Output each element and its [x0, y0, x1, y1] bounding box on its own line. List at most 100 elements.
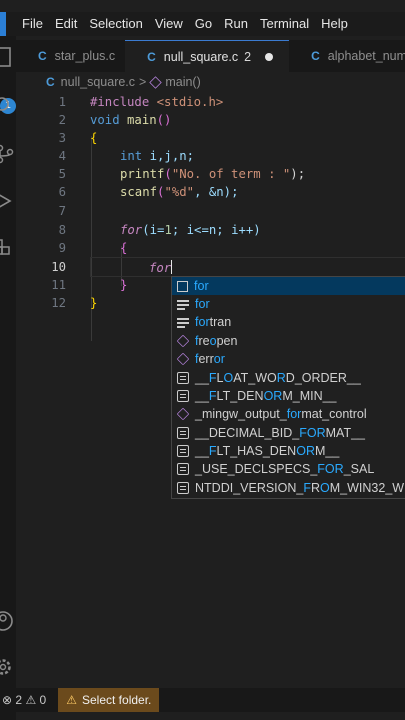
text-icon [177, 427, 189, 439]
menu-run[interactable]: Run [218, 12, 254, 36]
suggestion-item[interactable]: for [172, 295, 405, 313]
string-token: "No. of term : " [171, 167, 291, 181]
menu-selection[interactable]: Selection [83, 12, 148, 36]
run-debug-icon[interactable] [0, 188, 16, 212]
keyword-token: int [120, 149, 143, 163]
paren-token: ( [164, 167, 172, 181]
function-token: scanf [120, 185, 158, 199]
text-icon [177, 390, 189, 402]
code-line-6: scanf("%d", &n); [120, 185, 238, 199]
suggestion-label: for [195, 297, 210, 311]
argument-token: , &n); [194, 185, 239, 199]
extensions-icon[interactable] [0, 236, 16, 260]
suggestion-item[interactable]: fortran [172, 313, 405, 331]
menu-terminal[interactable]: Terminal [254, 12, 315, 36]
suggestion-item[interactable]: __DECIMAL_BID_FORMAT__ [172, 424, 405, 442]
menu-view[interactable]: View [149, 12, 189, 36]
line-number: 11 [51, 278, 66, 292]
include-path: <stdio.h> [149, 95, 224, 109]
code-line-2: void main() [90, 113, 171, 127]
code-line-4: int i,j,n; [120, 149, 194, 163]
text-icon [177, 463, 189, 475]
code-line-9: { [120, 241, 128, 255]
suggestion-label: __FLOAT_WORD_ORDER__ [195, 371, 361, 385]
account-icon[interactable] [0, 608, 16, 632]
gear-icon[interactable] [0, 654, 16, 678]
source-control-icon[interactable] [0, 141, 16, 165]
warning-count: 0 [39, 693, 47, 707]
line-number: 12 [51, 296, 66, 310]
code-line-5: printf("No. of term : "); [120, 167, 305, 181]
search-icon[interactable] [0, 92, 16, 116]
text-icon [177, 372, 189, 384]
snippet-icon [177, 280, 188, 292]
suggestion-item[interactable]: for [172, 277, 405, 295]
vscode-logo [0, 12, 6, 36]
function-token: printf [120, 167, 165, 181]
suggestion-label: NTDDI_VERSION_FROM_WIN32_WINN [195, 481, 405, 495]
c-file-icon: C [38, 49, 47, 63]
function-token: main [119, 113, 157, 127]
menu-edit[interactable]: Edit [49, 12, 83, 36]
punctuation-token: ); [290, 167, 306, 181]
vscode-window: File Edit Selection View Go Run Terminal… [0, 0, 405, 720]
tab-null-square[interactable]: C null_square.c 2 [125, 40, 290, 73]
unsaved-dot-icon[interactable] [265, 53, 274, 61]
menu-bar: File Edit Selection View Go Run Terminal… [0, 12, 405, 36]
menu-go[interactable]: Go [189, 12, 218, 36]
explorer-icon[interactable] [0, 44, 16, 68]
line-number: 4 [58, 149, 66, 163]
expression-token: (i= [142, 223, 165, 237]
select-folder-button[interactable]: ⚠ Select folder. [58, 688, 160, 712]
suggestion-label: fortran [195, 315, 232, 329]
function-icon [176, 407, 190, 421]
code-line-3: { [90, 131, 98, 145]
line-number: 2 [58, 113, 66, 127]
suggestion-label: __FLT_HAS_DENORM__ [195, 444, 340, 458]
line-number: 9 [58, 241, 66, 255]
tab-alphabet-number[interactable]: C alphabet_numbe [289, 40, 405, 72]
suggestion-item[interactable]: freopen [172, 332, 405, 350]
activity-bar: 1 [0, 36, 16, 720]
keyword-icon [177, 298, 189, 310]
keyword-token: for [120, 223, 143, 237]
code-line-10: for [149, 260, 173, 275]
suggestion-item[interactable]: NTDDI_VERSION_FROM_WIN32_WINN [172, 479, 405, 497]
suggestion-item[interactable]: _USE_DECLSPECS_FOR_SAL [172, 460, 405, 478]
expression-token: ; i<=n; i++) [171, 223, 261, 237]
line-number: 7 [58, 204, 66, 218]
keyword-token: void [90, 113, 120, 127]
menu-help[interactable]: Help [315, 12, 354, 36]
breadcrumb-symbol[interactable]: main() [165, 75, 200, 89]
suggestion-item[interactable]: __FLOAT_WORD_ORDER__ [172, 369, 405, 387]
function-icon [176, 352, 190, 366]
suggestion-widget: for for fortran freopen ferror __FLOAT_W… [171, 276, 405, 499]
line-number: 8 [58, 223, 66, 237]
breadcrumb-file[interactable]: null_square.c [61, 75, 135, 89]
error-count: 2 [15, 693, 23, 707]
text-icon [177, 445, 189, 457]
suggestion-item[interactable]: _mingw_output_format_control [172, 405, 405, 423]
c-file-icon: C [311, 49, 320, 63]
suggestion-item[interactable]: ferror [172, 350, 405, 368]
tab-star-plus[interactable]: C star_plus.c [16, 40, 125, 72]
menu-file[interactable]: File [16, 12, 49, 36]
text-cursor [171, 260, 173, 274]
keyword-icon [177, 316, 189, 328]
suggestion-item[interactable]: __FLT_HAS_DENORM__ [172, 442, 405, 460]
line-number: 5 [58, 167, 66, 181]
tab-label: star_plus.c [54, 49, 116, 63]
suggestion-item[interactable]: __FLT_DENORM_MIN__ [172, 387, 405, 405]
problems-indicator[interactable]: ⊗ 2 ⚠ 0 [0, 693, 46, 707]
suggestion-label: _USE_DECLSPECS_FOR_SAL [195, 462, 375, 476]
function-icon [176, 334, 190, 348]
text-icon [177, 482, 189, 494]
code-line-11: } [120, 278, 128, 292]
warning-triangle-icon: ⚠ [66, 693, 77, 707]
c-file-icon: C [46, 75, 55, 89]
variable-token: i,j,n; [142, 149, 195, 163]
current-line-highlight [90, 257, 405, 277]
indent-guide [91, 136, 92, 341]
tab-label: alphabet_numbe [327, 49, 405, 63]
code-line-8: for(i=1; i<=n; i++) [120, 223, 261, 237]
